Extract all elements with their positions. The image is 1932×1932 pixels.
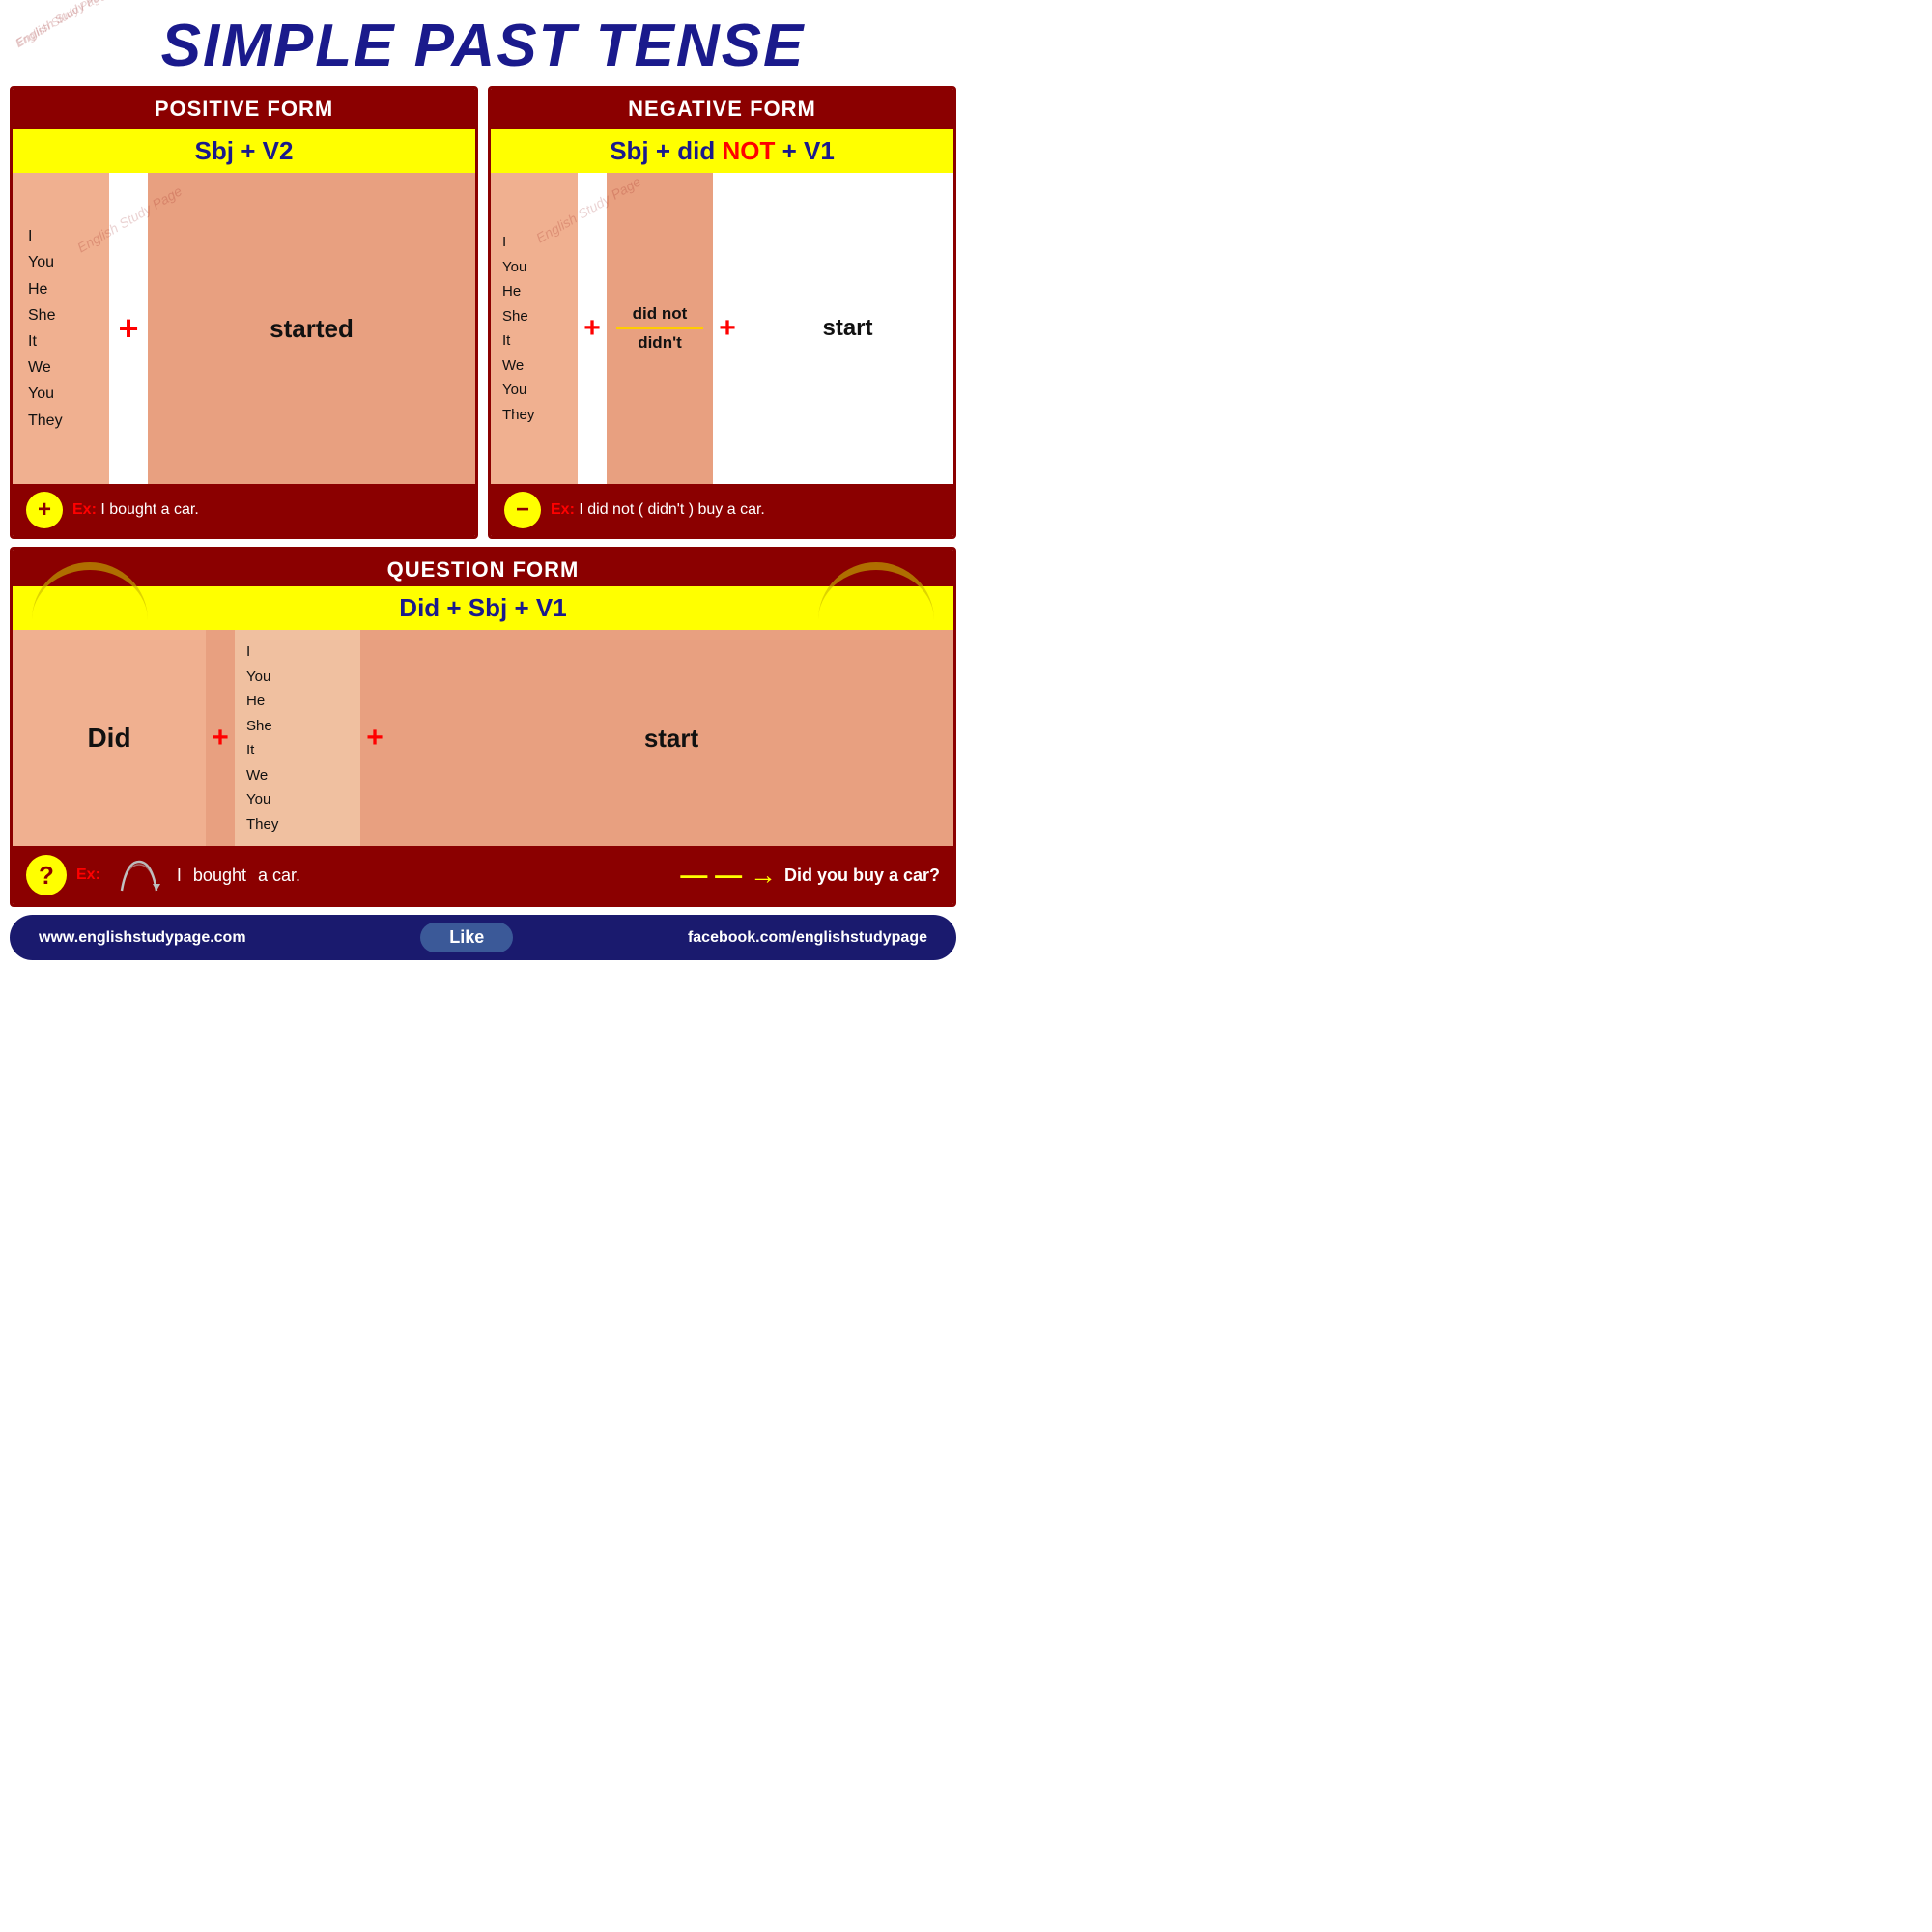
subject-you2: You	[28, 381, 94, 407]
curved-arrows-icon	[112, 857, 165, 894]
positive-plus: +	[109, 173, 148, 484]
neg-subject-it: It	[502, 328, 566, 354]
question-example-verb: bought	[193, 866, 246, 886]
positive-header: POSITIVE FORM	[13, 89, 475, 129]
subject-i: I	[28, 223, 94, 249]
negative-header: NEGATIVE FORM	[491, 89, 953, 129]
footer: www.englishstudypage.com Like facebook.c…	[10, 915, 956, 960]
positive-example-sentence: I bought a car.	[100, 501, 198, 518]
question-formula: Did + Sbj + V1	[13, 586, 953, 630]
q-subject-you2: You	[246, 787, 349, 812]
top-row: POSITIVE FORM Sbj + V2 English Study Pag…	[0, 86, 966, 539]
dashed-arrow-icon: — — →	[680, 860, 777, 891]
positive-ex-label: Ex:	[72, 501, 97, 518]
question-subjects: English Study Page I You He She It We Yo…	[235, 630, 360, 846]
main-container: SIMPLE PAST TENSE POSITIVE FORM Sbj + V2…	[0, 0, 966, 966]
negative-form-box: NEGATIVE FORM Sbj + did NOT + V1 English…	[488, 86, 956, 539]
question-form-box: QUESTION FORM Did + Sbj + V1 Did + Engli…	[10, 547, 956, 907]
subject-she: She	[28, 302, 94, 328]
arch-right-decoration	[818, 562, 934, 630]
question-did: Did	[13, 630, 206, 846]
q-subject-it: It	[246, 738, 349, 763]
negative-verb: start	[742, 173, 953, 484]
question-example-suffix: a car.	[258, 866, 300, 886]
q-subject-he: He	[246, 689, 349, 714]
question-arrow-area: — — → Did you buy a car?	[680, 860, 940, 891]
subject-you: You	[28, 249, 94, 275]
neg-subject-you: You	[502, 255, 566, 280]
positive-formula: Sbj + V2	[13, 129, 475, 173]
question-plus2: +	[360, 630, 389, 846]
positive-verb: started	[148, 173, 475, 484]
negative-divider	[616, 327, 703, 329]
neg-subject-they: They	[502, 403, 566, 428]
negative-formula-suffix: + V1	[775, 136, 834, 165]
q-subject-i: I	[246, 639, 349, 665]
question-example-content: Ex: I bought a car.	[76, 857, 670, 894]
arch-left-decoration	[32, 562, 148, 630]
question-header-area: QUESTION FORM Did + Sbj + V1	[13, 550, 953, 630]
negative-example-text: Ex: I did not ( didn't ) buy a car.	[551, 501, 765, 519]
q-subject-they: They	[246, 812, 349, 838]
footer-right: facebook.com/englishstudypage	[688, 929, 927, 947]
question-verb: English Study Page start	[389, 630, 953, 846]
footer-left: www.englishstudypage.com	[39, 929, 246, 947]
negative-did-not: did not	[633, 304, 688, 324]
neg-subject-you2: You	[502, 378, 566, 403]
negative-example-sentence: I did not ( didn't ) buy a car.	[579, 501, 765, 518]
page-title: SIMPLE PAST TENSE	[0, 12, 966, 80]
title-bar: SIMPLE PAST TENSE	[0, 0, 966, 86]
negative-plus: +	[578, 173, 607, 484]
negative-didnt: didn't	[638, 333, 682, 353]
question-verb-text: start	[644, 724, 698, 753]
neg-subject-i: I	[502, 230, 566, 255]
question-example-bar: ? Ex: I bought a car. — — → Did you buy …	[13, 846, 953, 904]
negative-example-bar: − Ex: I did not ( didn't ) buy a car.	[491, 484, 953, 536]
question-ex-label: Ex:	[76, 867, 100, 884]
negative-formula-not: NOT	[722, 136, 775, 165]
positive-content: English Study Page I You He She It We Yo…	[13, 173, 475, 484]
question-result: Did you buy a car?	[784, 866, 940, 886]
bottom-row: QUESTION FORM Did + Sbj + V1 Did + Engli…	[0, 539, 966, 911]
question-content: Did + English Study Page I You He She It…	[13, 630, 953, 846]
negative-subjects: I You He She It We You They	[491, 173, 578, 484]
positive-example-bar: + Ex: I bought a car.	[13, 484, 475, 536]
neg-subject-we: We	[502, 354, 566, 379]
arch-container: Did + Sbj + V1	[13, 586, 953, 630]
like-button[interactable]: Like	[420, 923, 513, 952]
positive-subjects: I You He She It We You They	[13, 173, 109, 484]
subject-he: He	[28, 276, 94, 302]
negative-didnot: did not didn't	[607, 173, 713, 484]
positive-circle: +	[26, 492, 63, 528]
question-example-prefix: I	[177, 866, 182, 886]
subject-they: They	[28, 408, 94, 434]
q-subject-we: We	[246, 763, 349, 788]
negative-content: English Study Page I You He She It We Yo…	[491, 173, 953, 484]
neg-subject-she: She	[502, 304, 566, 329]
negative-formula: Sbj + did NOT + V1	[491, 129, 953, 173]
positive-example-text: Ex: I bought a car.	[72, 501, 199, 519]
q-subject-she: She	[246, 714, 349, 739]
question-circle: ?	[26, 855, 67, 895]
negative-plus2: +	[713, 173, 742, 484]
negative-circle: −	[504, 492, 541, 528]
subject-we: We	[28, 355, 94, 381]
negative-formula-prefix: Sbj + did	[610, 136, 722, 165]
q-subject-you: You	[246, 665, 349, 690]
positive-form-box: POSITIVE FORM Sbj + V2 English Study Pag…	[10, 86, 478, 539]
question-header: QUESTION FORM	[387, 550, 580, 586]
subject-it: It	[28, 328, 94, 355]
question-plus: +	[206, 630, 235, 846]
negative-ex-label: Ex:	[551, 501, 575, 518]
neg-subject-he: He	[502, 279, 566, 304]
